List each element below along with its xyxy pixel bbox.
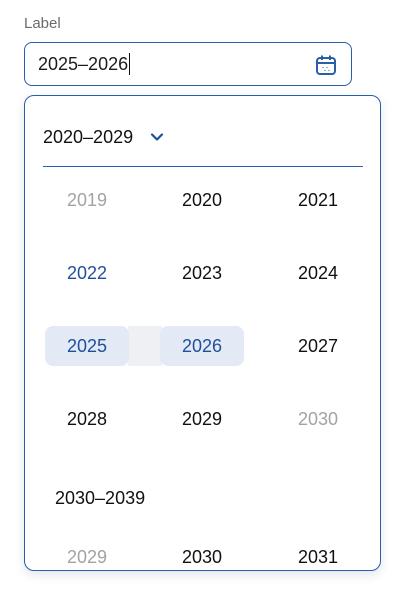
date-range-value[interactable]: 2025–2026 <box>38 43 131 85</box>
header-divider <box>43 166 363 167</box>
year-2021[interactable]: 2021 <box>276 180 360 220</box>
year-picker-popover: 2020–2029 2019 2020 2021 2022 2023 2024 2025 20… <box>24 95 381 571</box>
year-2027[interactable]: 2027 <box>276 326 360 366</box>
year-2019[interactable]: 2019 <box>45 180 129 220</box>
date-range-text: 2025–2026 <box>38 54 129 74</box>
year-2031-next[interactable]: 2031 <box>276 537 360 570</box>
text-caret <box>129 53 131 76</box>
year-2020[interactable]: 2020 <box>160 180 244 220</box>
year-2025[interactable]: 2025 <box>45 326 129 366</box>
field-label: Label <box>24 15 61 32</box>
calendar-icon[interactable] <box>313 52 339 78</box>
year-2029-next[interactable]: 2029 <box>45 537 129 570</box>
range-highlight <box>128 326 162 366</box>
year-2030-next[interactable]: 2030 <box>160 537 244 570</box>
next-decade-label: 2030–2039 <box>55 488 146 508</box>
decade-label: 2020–2029 <box>43 126 134 147</box>
year-2029[interactable]: 2029 <box>160 399 244 439</box>
year-2026[interactable]: 2026 <box>160 326 244 366</box>
date-range-input[interactable]: 2025–2026 <box>24 42 352 86</box>
decade-selector[interactable]: 2020–2029 <box>43 120 167 154</box>
year-2030[interactable]: 2030 <box>276 399 360 439</box>
year-2022[interactable]: 2022 <box>45 253 129 293</box>
year-2023[interactable]: 2023 <box>160 253 244 293</box>
year-2028[interactable]: 2028 <box>45 399 129 439</box>
year-2024[interactable]: 2024 <box>276 253 360 293</box>
chevron-down-icon <box>149 128 167 146</box>
